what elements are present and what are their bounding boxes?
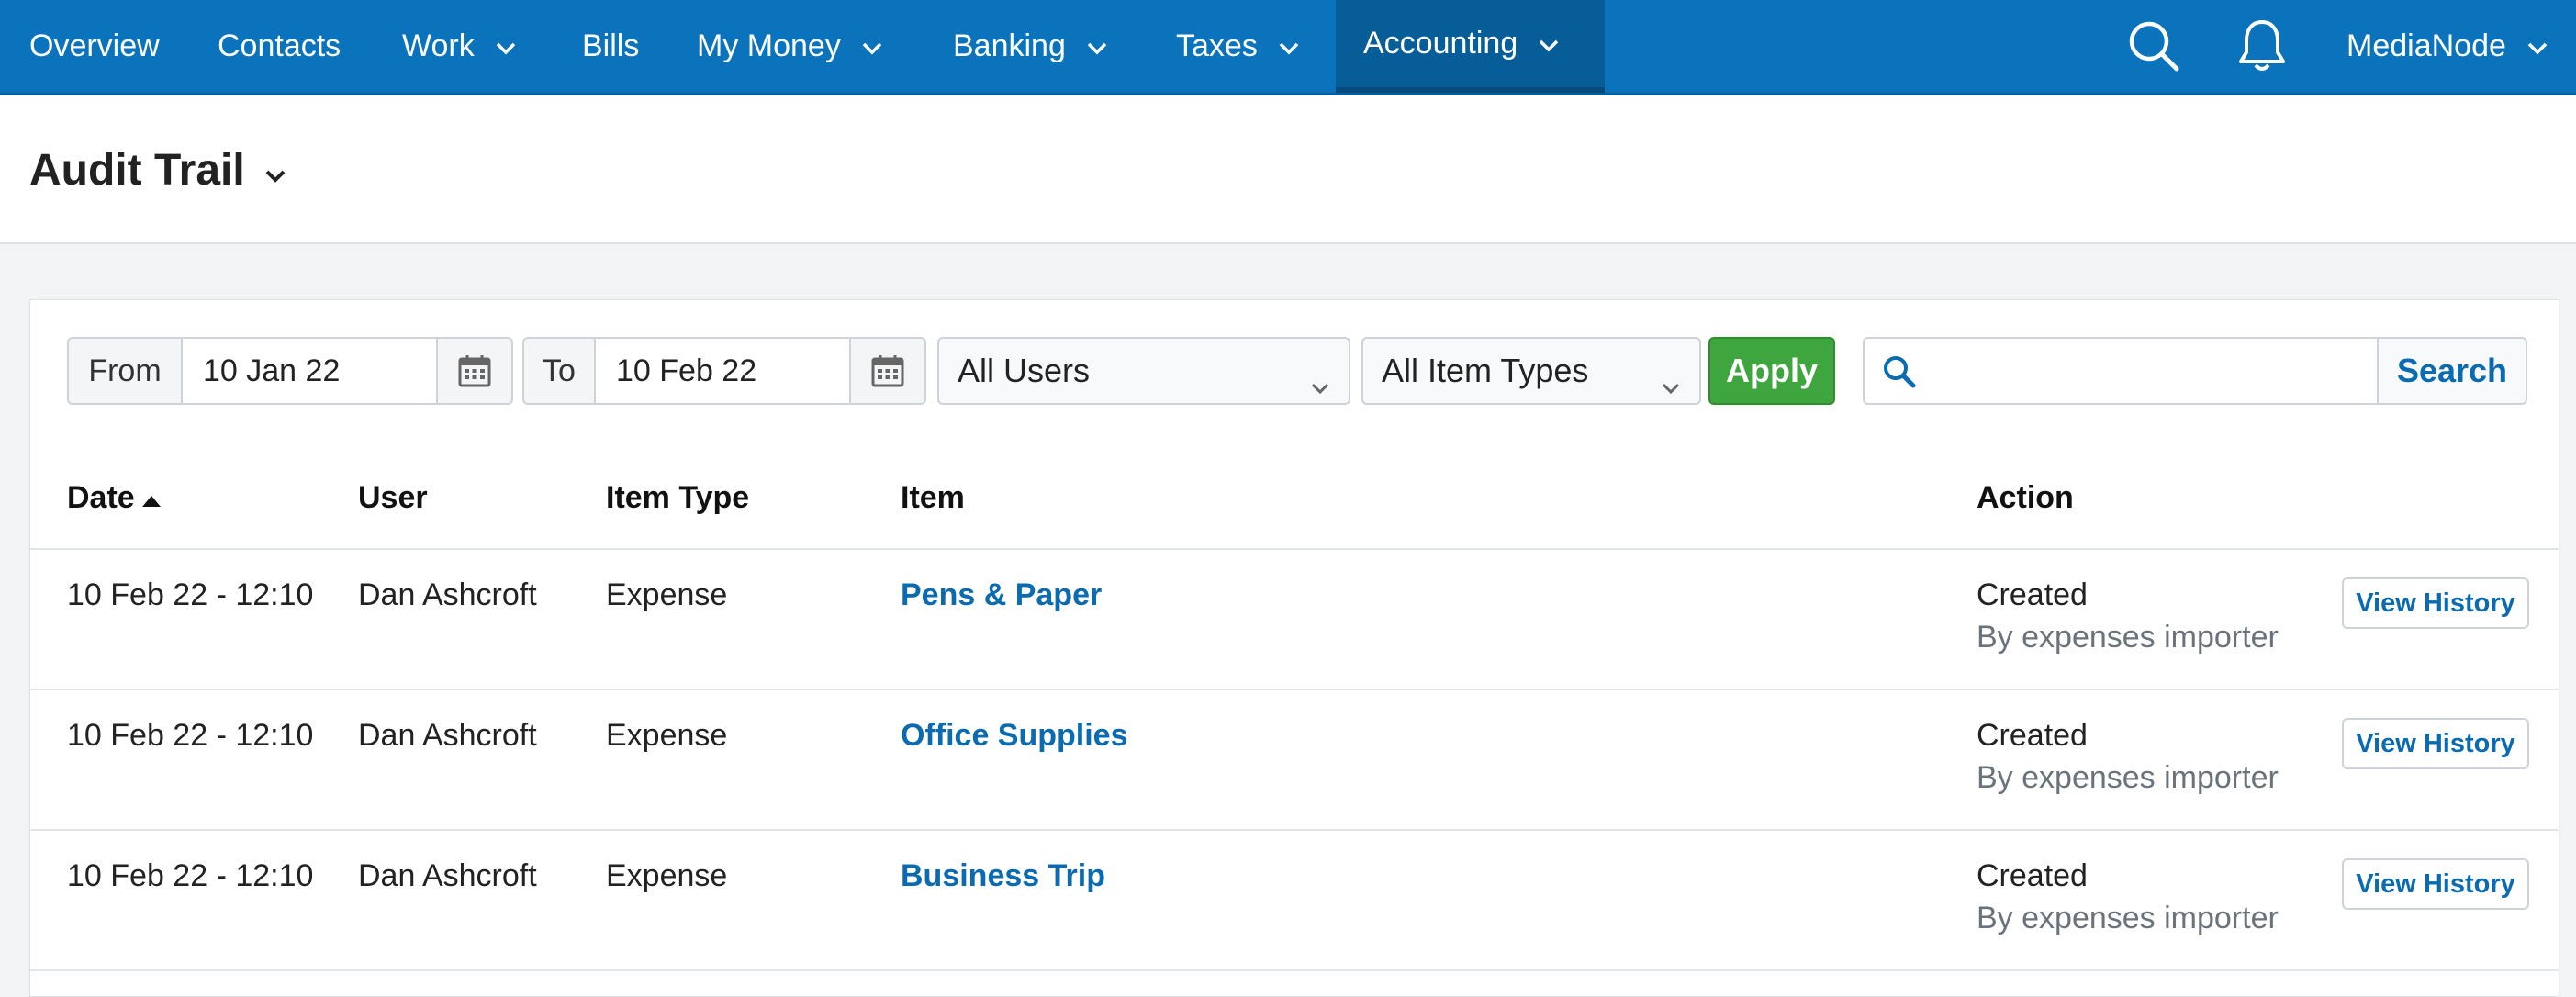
search-icon xyxy=(1881,353,1918,395)
nav-overview[interactable]: Overview xyxy=(29,0,160,93)
nav-accounting[interactable]: Accounting xyxy=(1336,0,1605,93)
chevron-down-icon xyxy=(1278,28,1300,64)
nav-label: Bills xyxy=(582,28,640,63)
column-header-action: Action xyxy=(1977,480,2074,516)
sort-ascending-icon xyxy=(140,480,162,516)
to-label: To xyxy=(522,337,596,405)
view-history-label: View History xyxy=(2356,868,2515,899)
row-action-detail: By expenses importer xyxy=(1977,901,2279,935)
row-action-detail: By expenses importer xyxy=(1977,620,2279,655)
apply-label: Apply xyxy=(1725,352,1818,389)
to-label-text: To xyxy=(543,353,576,388)
to-date-input[interactable]: 10 Feb 22 xyxy=(596,337,849,405)
search-label: Search xyxy=(2396,352,2508,389)
chevron-down-icon xyxy=(1538,26,1560,62)
page-header: Audit Trail xyxy=(0,95,2576,244)
page-title: Audit Trail xyxy=(29,146,245,195)
item-types-select-value: All Item Types xyxy=(1382,352,1589,389)
column-label: Item Type xyxy=(606,480,750,515)
calendar-icon[interactable] xyxy=(849,337,926,405)
nav-label: Banking xyxy=(953,28,1066,63)
view-history-button[interactable]: View History xyxy=(2342,858,2529,910)
column-header-date[interactable]: Date xyxy=(67,480,162,516)
chevron-down-icon xyxy=(861,28,883,64)
from-date-input[interactable]: 10 Jan 22 xyxy=(183,337,436,405)
nav-taxes[interactable]: Taxes xyxy=(1176,0,1300,93)
chevron-down-icon xyxy=(263,145,287,196)
table-row: 10 Feb 22 - 12:10 Dan Ashcroft Expense P… xyxy=(30,550,2559,690)
item-types-select[interactable]: All Item Types xyxy=(1361,337,1701,405)
view-history-button[interactable]: View History xyxy=(2342,718,2529,769)
apply-button[interactable]: Apply xyxy=(1708,337,1835,405)
row-action-detail: By expenses importer xyxy=(1977,760,2279,795)
chevron-down-icon xyxy=(495,28,517,64)
row-date: 10 Feb 22 - 12:10 xyxy=(67,718,314,753)
audit-trail-card: From 10 Jan 22 To 10 Feb 22 All Users Al… xyxy=(29,299,2559,997)
chevron-down-icon xyxy=(1661,364,1681,403)
column-label: User xyxy=(358,480,428,515)
row-action: Created xyxy=(1977,858,2088,893)
users-select-value: All Users xyxy=(958,352,1091,389)
users-select[interactable]: All Users xyxy=(937,337,1350,405)
nav-contacts[interactable]: Contacts xyxy=(218,0,341,93)
from-date-value: 10 Jan 22 xyxy=(203,353,341,388)
column-label: Action xyxy=(1977,480,2074,515)
to-date-value: 10 Feb 22 xyxy=(616,353,757,388)
nav-label: My Money xyxy=(697,28,841,63)
row-item-type: Expense xyxy=(606,577,728,612)
row-action: Created xyxy=(1977,718,2088,753)
nav-label: Contacts xyxy=(218,28,342,63)
nav-bills[interactable]: Bills xyxy=(582,0,639,93)
nav-label: Work xyxy=(402,28,475,63)
nav-banking[interactable]: Banking xyxy=(953,0,1108,93)
nav-label: Overview xyxy=(29,28,160,63)
top-navigation: Overview Contacts Work Bills My Money Ba… xyxy=(0,0,2576,95)
row-user: Dan Ashcroft xyxy=(358,718,537,753)
nav-my-money[interactable]: My Money xyxy=(697,0,883,93)
row-action: Created xyxy=(1977,577,2088,612)
view-history-button[interactable]: View History xyxy=(2342,577,2529,629)
chevron-down-icon xyxy=(1310,364,1330,403)
search-input[interactable] xyxy=(1863,337,2377,405)
row-item-link[interactable]: Pens & Paper xyxy=(901,577,1102,613)
from-label: From xyxy=(67,337,183,405)
column-label: Date xyxy=(67,480,135,515)
table-row: 10 Feb 22 - 12:10 Dan Ashcroft Expense O… xyxy=(30,690,2559,831)
row-item-type: Expense xyxy=(606,718,728,753)
account-menu[interactable]: MediaNode xyxy=(2346,0,2548,93)
column-header-item-type: Item Type xyxy=(606,480,749,516)
chevron-down-icon xyxy=(2526,28,2548,64)
row-item-type: Expense xyxy=(606,858,728,893)
from-label-text: From xyxy=(88,353,162,388)
row-user: Dan Ashcroft xyxy=(358,858,537,893)
row-user: Dan Ashcroft xyxy=(358,577,537,612)
column-label: Item xyxy=(901,480,965,515)
search-button[interactable]: Search xyxy=(2377,337,2527,405)
nav-work[interactable]: Work xyxy=(402,0,517,93)
row-item-link[interactable]: Business Trip xyxy=(901,858,1105,894)
row-date: 10 Feb 22 - 12:10 xyxy=(67,858,314,893)
nav-label: Accounting xyxy=(1363,26,1518,61)
page-title-dropdown[interactable]: Audit Trail xyxy=(29,145,287,196)
bell-icon[interactable] xyxy=(2229,13,2295,79)
view-history-label: View History xyxy=(2356,588,2515,618)
calendar-icon[interactable] xyxy=(436,337,513,405)
column-header-item: Item xyxy=(901,480,965,516)
account-name: MediaNode xyxy=(2346,28,2506,63)
chevron-down-icon xyxy=(1086,28,1108,64)
nav-label: Taxes xyxy=(1176,28,1258,63)
row-item-link[interactable]: Office Supplies xyxy=(901,718,1128,754)
row-date: 10 Feb 22 - 12:10 xyxy=(67,577,314,612)
search-icon[interactable] xyxy=(2121,13,2187,79)
table-row: 10 Feb 22 - 12:10 Dan Ashcroft Expense B… xyxy=(30,831,2559,971)
column-header-user: User xyxy=(358,480,428,516)
view-history-label: View History xyxy=(2356,728,2515,758)
